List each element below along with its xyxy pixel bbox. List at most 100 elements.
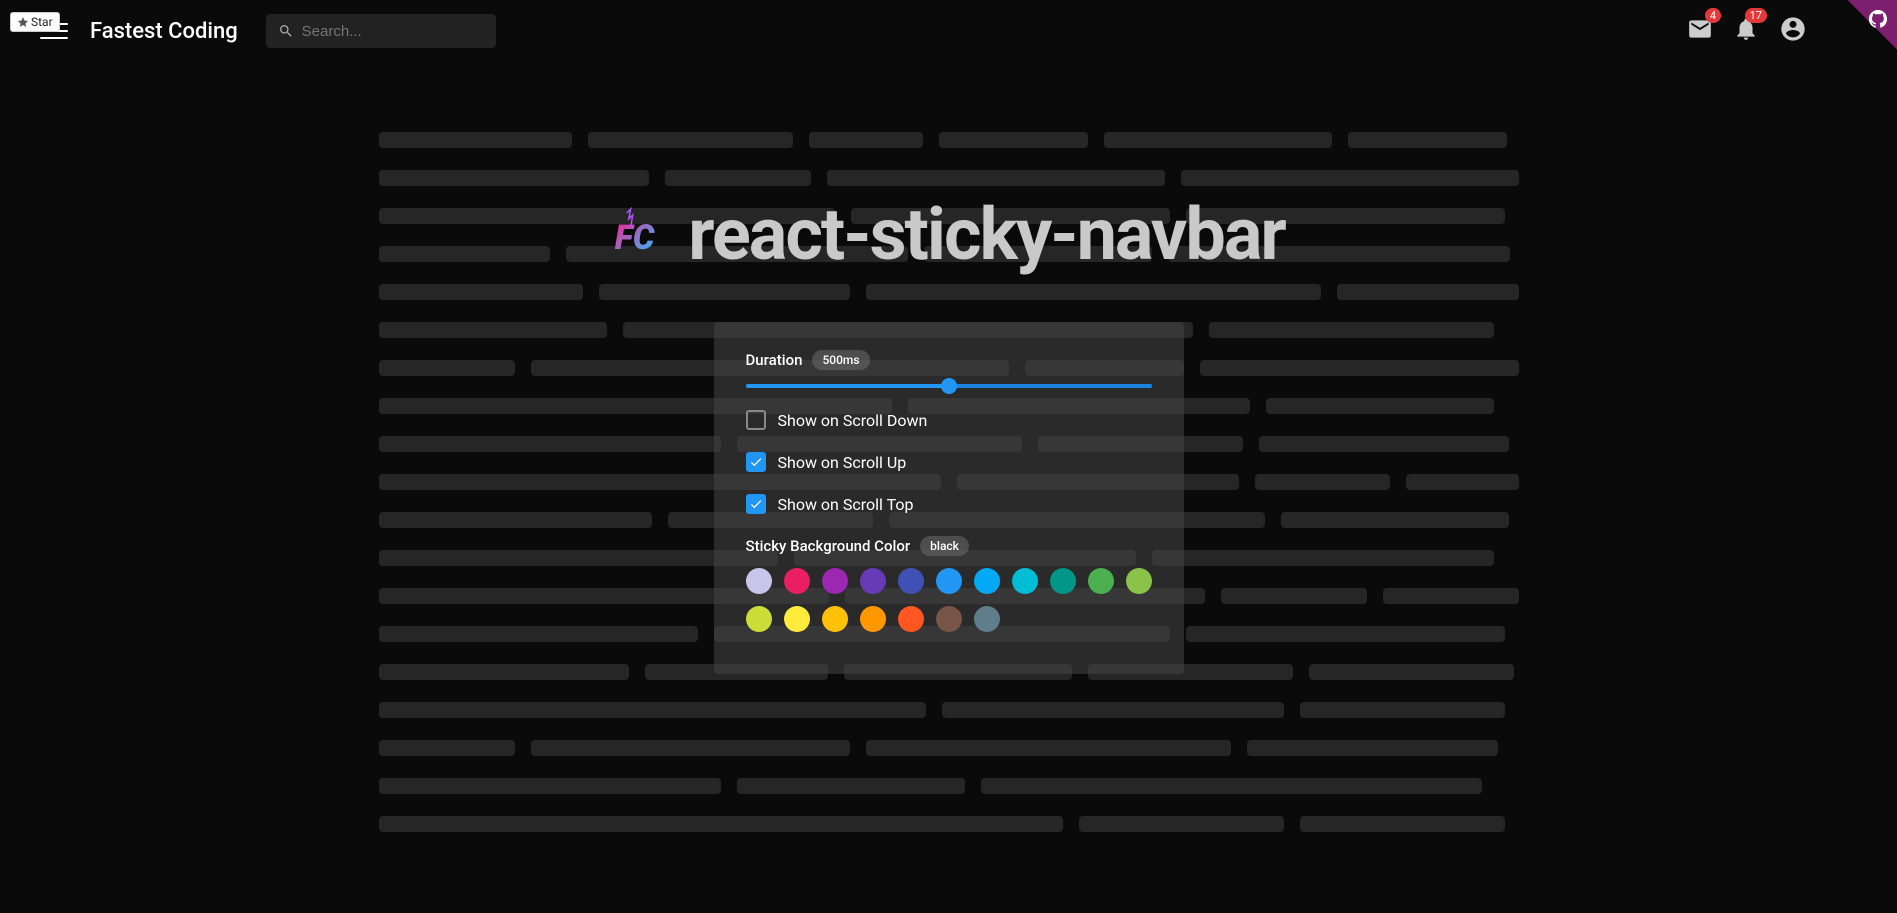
skeleton-bar	[1221, 588, 1367, 604]
skeleton-bar	[1181, 170, 1519, 186]
settings-panel: Duration 500ms Show on Scroll Down Show o…	[714, 322, 1184, 674]
color-swatch[interactable]	[822, 606, 848, 632]
skeleton-bar	[379, 626, 698, 642]
color-swatch[interactable]	[746, 568, 772, 594]
search-input[interactable]	[302, 23, 484, 40]
search-box[interactable]	[266, 14, 496, 48]
checkbox-label: Show on Scroll Up	[778, 453, 907, 472]
color-swatch[interactable]	[746, 606, 772, 632]
skeleton-bar	[379, 740, 516, 756]
color-swatch[interactable]	[974, 568, 1000, 594]
skeleton-bar	[942, 702, 1284, 718]
main-content: FC react-sticky-navbar Duration 500ms Sh…	[359, 132, 1539, 832]
skeleton-bar	[866, 284, 1321, 300]
github-icon	[1867, 8, 1889, 30]
checkbox[interactable]	[746, 494, 766, 514]
skeleton-bar	[1152, 550, 1494, 566]
color-swatch[interactable]	[1012, 568, 1038, 594]
skeleton-bar	[1209, 322, 1494, 338]
skeleton-bar	[737, 778, 965, 794]
skeleton-bar	[1266, 398, 1494, 414]
color-swatch[interactable]	[784, 568, 810, 594]
page-title: react-sticky-navbar	[688, 192, 1285, 277]
skeleton-bar	[588, 132, 793, 148]
color-swatch[interactable]	[1088, 568, 1114, 594]
color-swatch[interactable]	[784, 606, 810, 632]
star-label: Star	[31, 15, 53, 29]
skeleton-bar	[1104, 132, 1332, 148]
bg-color-label: Sticky Background Color	[746, 537, 911, 555]
skeleton-row	[379, 778, 1519, 794]
skeleton-bar	[1200, 360, 1519, 376]
checkbox-row: Show on Scroll Down	[746, 410, 1152, 430]
skeleton-bar	[1337, 284, 1519, 300]
skeleton-bar	[1300, 816, 1505, 832]
color-swatch[interactable]	[860, 568, 886, 594]
skeleton-bar	[981, 778, 1483, 794]
skeleton-bar	[1186, 626, 1505, 642]
skeleton-bar	[379, 170, 649, 186]
color-swatch[interactable]	[1126, 568, 1152, 594]
bg-color-value: black	[920, 536, 969, 556]
skeleton-bar	[379, 360, 516, 376]
skeleton-bar	[379, 664, 630, 680]
skeleton-bar	[665, 170, 811, 186]
star-icon	[17, 16, 29, 28]
skeleton-bar	[379, 512, 653, 528]
duration-value: 500ms	[812, 350, 869, 370]
mail-button[interactable]: 4	[1687, 16, 1713, 46]
skeleton-bar	[1079, 816, 1284, 832]
skeleton-bar	[1300, 702, 1505, 718]
color-swatch[interactable]	[1050, 568, 1076, 594]
skeleton-row	[379, 702, 1519, 718]
skeleton-bar	[1281, 512, 1509, 528]
notifications-button[interactable]: 17	[1733, 16, 1759, 46]
checkbox[interactable]	[746, 410, 766, 430]
color-swatch[interactable]	[936, 606, 962, 632]
corner-ribbon[interactable]	[1827, 0, 1897, 70]
checkbox[interactable]	[746, 452, 766, 472]
color-swatch[interactable]	[898, 606, 924, 632]
skeleton-bar	[939, 132, 1087, 148]
color-swatch[interactable]	[822, 568, 848, 594]
color-swatch[interactable]	[860, 606, 886, 632]
color-swatch[interactable]	[974, 606, 1000, 632]
skeleton-bar	[379, 702, 926, 718]
navbar: Fastest Coding 4 17	[0, 0, 1897, 62]
duration-slider[interactable]	[746, 384, 1152, 388]
mail-badge: 4	[1705, 8, 1721, 23]
checkbox-label: Show on Scroll Down	[778, 411, 928, 430]
skeleton-bar	[1247, 740, 1498, 756]
account-button[interactable]	[1779, 15, 1807, 47]
skeleton-row	[379, 816, 1519, 832]
skeleton-bar	[379, 778, 721, 794]
skeleton-bar	[827, 170, 1165, 186]
skeleton-bar	[379, 284, 584, 300]
search-icon	[278, 22, 294, 40]
checkbox-label: Show on Scroll Top	[778, 495, 914, 514]
brand-title[interactable]: Fastest Coding	[90, 19, 238, 44]
skeleton-bar	[866, 740, 1231, 756]
skeleton-bar	[379, 816, 1063, 832]
skeleton-bar	[1259, 436, 1510, 452]
skeleton-bar	[809, 132, 923, 148]
color-swatch[interactable]	[936, 568, 962, 594]
hero: FC react-sticky-navbar	[612, 192, 1285, 277]
skeleton-bar	[379, 322, 607, 338]
color-swatch[interactable]	[898, 568, 924, 594]
skeleton-row	[379, 284, 1519, 300]
bell-badge: 17	[1745, 8, 1767, 23]
fc-logo-icon: FC	[612, 207, 668, 263]
github-star-button[interactable]: Star	[10, 12, 60, 32]
duration-label: Duration	[746, 351, 803, 369]
skeleton-bar	[599, 284, 849, 300]
skeleton-row	[379, 132, 1519, 148]
color-swatches	[746, 568, 1152, 632]
skeleton-bar	[1383, 588, 1518, 604]
skeleton-row	[379, 740, 1519, 756]
skeleton-bar	[1406, 474, 1519, 490]
skeleton-bar	[1309, 664, 1514, 680]
skeleton-bar	[379, 132, 573, 148]
account-icon	[1779, 15, 1807, 43]
checkbox-row: Show on Scroll Up	[746, 452, 1152, 472]
